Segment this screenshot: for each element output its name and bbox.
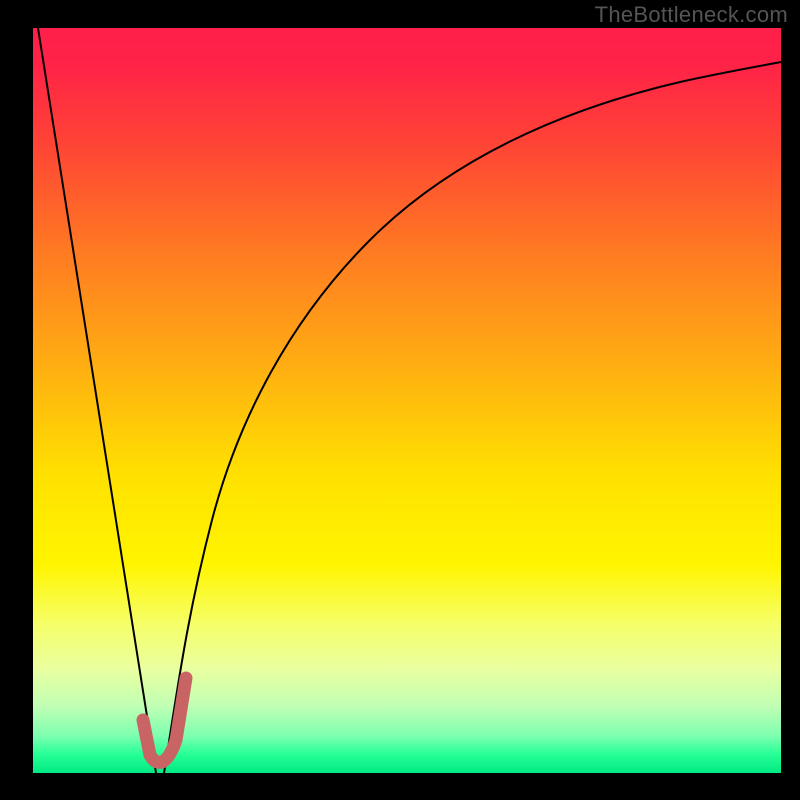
watermark-text: TheBottleneck.com (595, 2, 788, 28)
chart-frame: TheBottleneck.com (0, 0, 800, 800)
chart-svg (0, 0, 800, 800)
plot-background (33, 28, 781, 773)
